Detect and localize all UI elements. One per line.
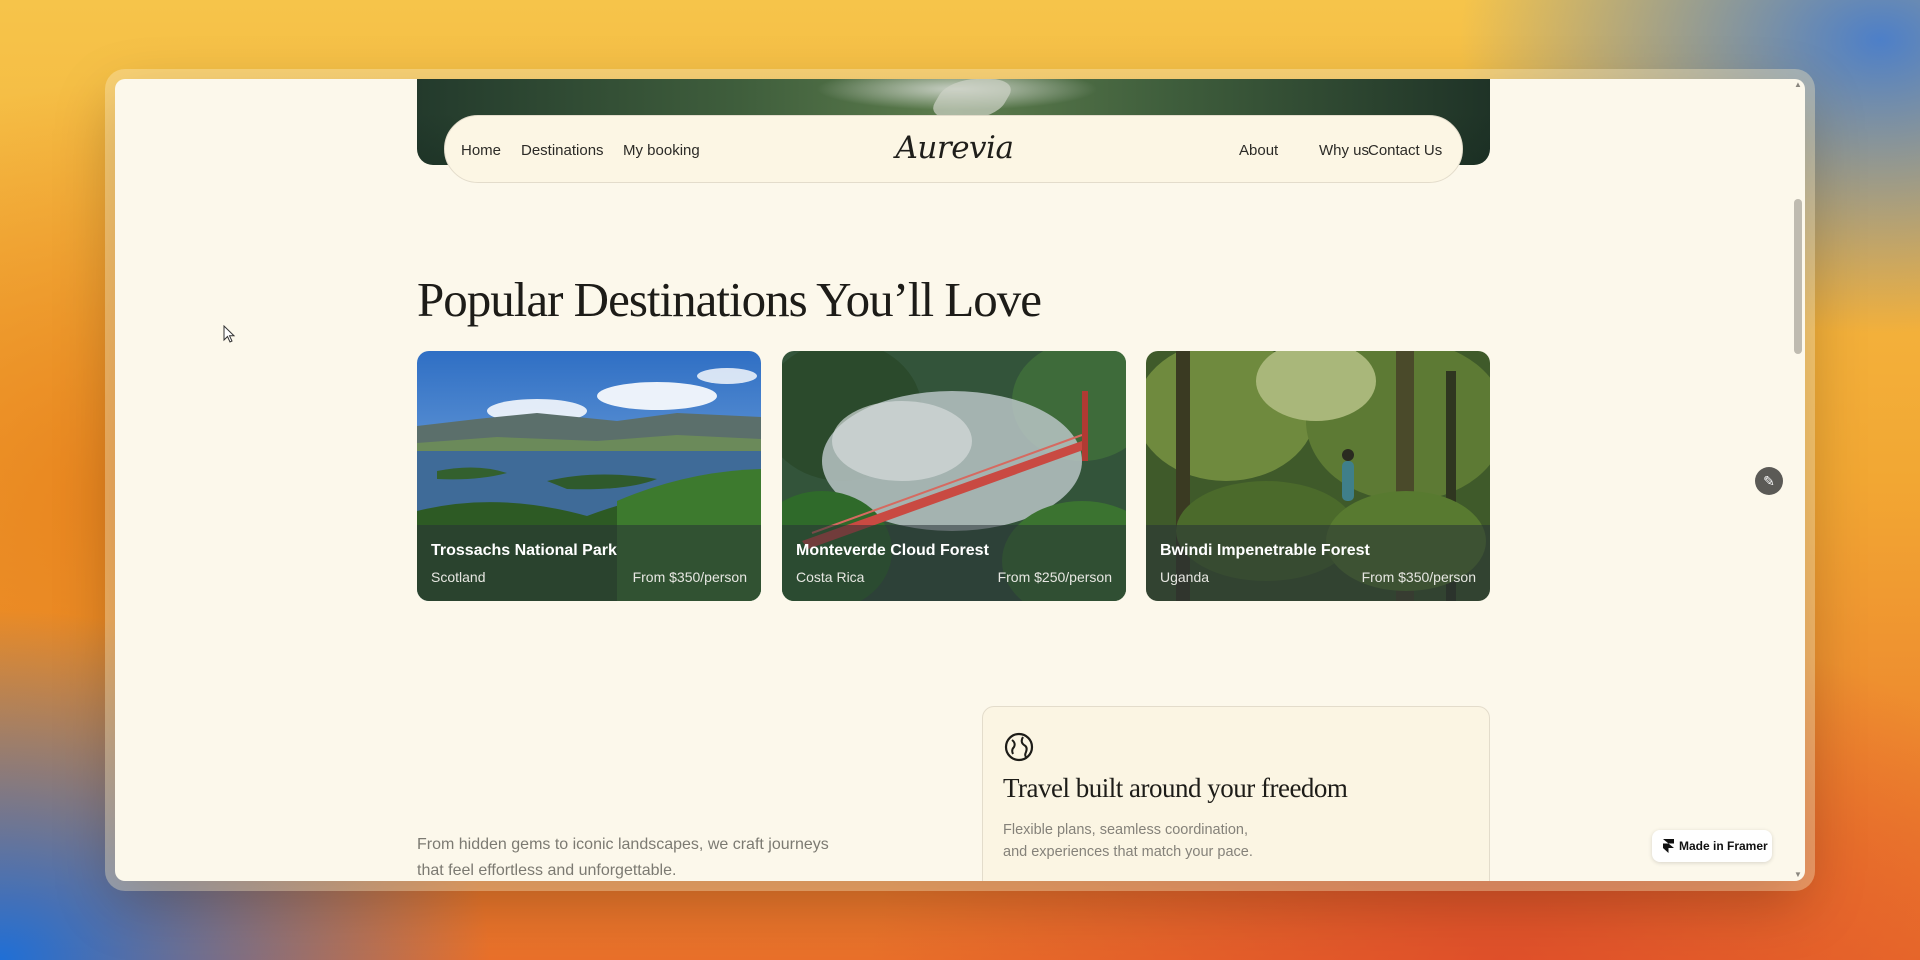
destination-card-trossachs[interactable]: Trossachs National Park Scotland From $3… bbox=[417, 351, 761, 601]
mouse-cursor-icon bbox=[223, 325, 236, 343]
made-in-framer-badge[interactable]: Made in Framer bbox=[1652, 830, 1772, 862]
feature-description: Flexible plans, seamless coordination, a… bbox=[1003, 819, 1303, 863]
feature-card: Travel built around your freedom Flexibl… bbox=[982, 706, 1490, 881]
destination-name: Monteverde Cloud Forest bbox=[796, 542, 989, 559]
scroll-down-arrow-icon[interactable]: ▼ bbox=[1794, 871, 1802, 879]
vertical-scrollbar[interactable]: ▲ ▼ bbox=[1791, 79, 1805, 881]
intro-line-1: From hidden gems to iconic landscapes, w… bbox=[417, 836, 829, 853]
destination-country: Costa Rica bbox=[796, 569, 865, 585]
nav-link-about[interactable]: About bbox=[1239, 142, 1278, 159]
intro-text: From hidden gems to iconic landscapes, w… bbox=[417, 832, 877, 881]
destination-card-monteverde[interactable]: Monteverde Cloud Forest Costa Rica From … bbox=[782, 351, 1126, 601]
destination-price: From $350/person bbox=[632, 569, 747, 585]
framer-badge-label: Made in Framer bbox=[1679, 839, 1768, 853]
intro-line-2: that feel effortless and unforgettable. bbox=[417, 862, 677, 879]
hero-river-decoration bbox=[925, 79, 1019, 119]
card-overlay bbox=[1146, 525, 1490, 601]
edit-pencil-icon[interactable]: ✎ bbox=[1755, 467, 1783, 495]
section-title: Popular Destinations You’ll Love bbox=[417, 272, 1042, 327]
browser-window: Home Destinations My booking Aurevia Abo… bbox=[115, 79, 1805, 881]
nav-link-contact-us[interactable]: Contact Us bbox=[1368, 142, 1442, 159]
card-overlay bbox=[782, 525, 1126, 601]
destination-price: From $350/person bbox=[1361, 569, 1476, 585]
destination-country: Scotland bbox=[431, 569, 486, 585]
feature-title: Travel built around your freedom bbox=[1003, 773, 1348, 803]
framer-logo-icon bbox=[1663, 839, 1674, 853]
destination-name: Bwindi Impenetrable Forest bbox=[1160, 542, 1370, 559]
destination-country: Uganda bbox=[1160, 569, 1210, 585]
destination-card-bwindi[interactable]: Bwindi Impenetrable Forest Uganda From $… bbox=[1146, 351, 1490, 601]
destination-name: Trossachs National Park bbox=[431, 542, 617, 559]
brand-logo[interactable]: Aurevia bbox=[445, 130, 1464, 166]
scrollbar-thumb[interactable] bbox=[1794, 199, 1802, 354]
destination-price: From $250/person bbox=[997, 569, 1112, 585]
globe-icon bbox=[1004, 732, 1034, 762]
feature-line-1: Flexible plans, seamless coordination, bbox=[1003, 822, 1249, 838]
top-navigation: Home Destinations My booking Aurevia Abo… bbox=[444, 115, 1463, 183]
nav-link-why-us[interactable]: Why us bbox=[1319, 142, 1369, 159]
scroll-up-arrow-icon[interactable]: ▲ bbox=[1794, 81, 1802, 89]
feature-line-2: and experiences that match your pace. bbox=[1003, 844, 1253, 860]
card-overlay bbox=[417, 525, 761, 601]
